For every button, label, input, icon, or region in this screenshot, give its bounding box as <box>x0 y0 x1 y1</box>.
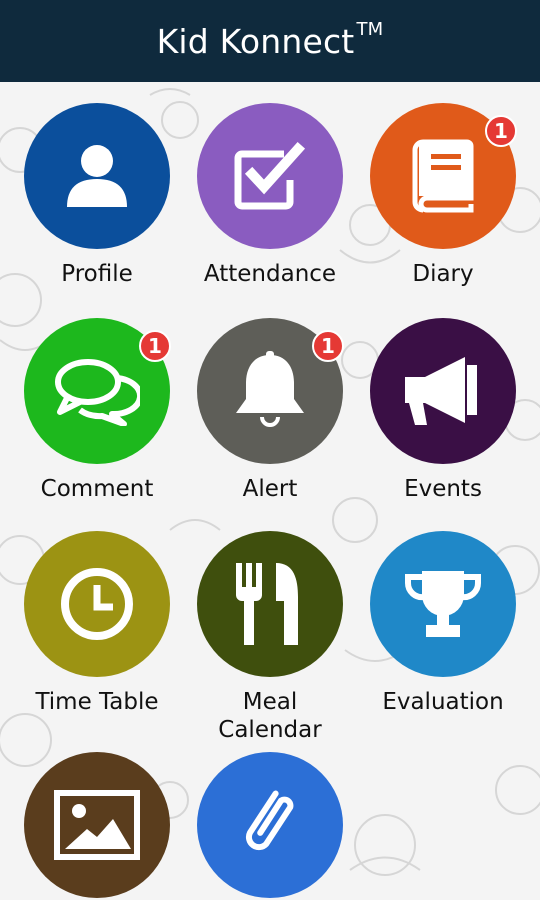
diary-tile[interactable]: 1 Diary <box>353 103 533 303</box>
attendance-label: Attendance <box>203 261 337 287</box>
book-icon <box>412 139 474 213</box>
meal-calendar-tile[interactable]: Meal Calendar <box>180 531 360 751</box>
diary-badge: 1 <box>485 115 517 147</box>
gallery-circle[interactable] <box>24 752 170 898</box>
meal-calendar-circle[interactable] <box>197 531 343 677</box>
diary-label: Diary <box>412 261 474 287</box>
events-circle[interactable] <box>370 318 516 464</box>
alert-tile[interactable]: 1 Alert <box>180 318 360 518</box>
megaphone-icon <box>405 357 477 425</box>
gallery-tile[interactable] <box>7 752 187 900</box>
evaluation-circle[interactable] <box>370 531 516 677</box>
attachments-tile[interactable] <box>180 752 360 900</box>
attendance-circle[interactable] <box>197 103 343 249</box>
alert-label: Alert <box>242 476 298 502</box>
comment-badge: 1 <box>139 330 171 362</box>
chat-bubbles-icon <box>55 359 140 426</box>
person-icon <box>67 145 127 207</box>
evaluation-tile[interactable]: Evaluation <box>353 531 533 751</box>
events-tile[interactable]: Events <box>353 318 533 518</box>
profile-circle[interactable] <box>24 103 170 249</box>
attachments-circle[interactable] <box>197 752 343 898</box>
profile-tile[interactable]: Profile <box>7 103 187 303</box>
comment-label: Comment <box>40 476 154 502</box>
timetable-label: Time Table <box>35 689 159 715</box>
app-title-text: Kid Konnect <box>156 21 355 61</box>
attendance-tile[interactable]: Attendance <box>180 103 360 303</box>
comment-tile[interactable]: 1 Comment <box>7 318 187 518</box>
fork-knife-icon <box>236 563 298 645</box>
app-title: Kid Konnect TM <box>156 18 384 61</box>
timetable-circle[interactable] <box>24 531 170 677</box>
checkbox-icon <box>234 141 306 210</box>
evaluation-label: Evaluation <box>382 689 504 715</box>
trophy-icon <box>404 571 482 637</box>
alert-badge: 1 <box>312 330 344 362</box>
bell-icon <box>236 351 304 427</box>
trademark-mark: TM <box>356 18 384 40</box>
image-icon <box>54 790 140 860</box>
profile-label: Profile <box>61 261 133 287</box>
events-label: Events <box>404 476 482 502</box>
app-header: Kid Konnect TM <box>0 0 540 82</box>
clock-icon <box>61 568 133 640</box>
meal-calendar-label-line2: Calendar <box>218 717 322 743</box>
meal-calendar-label: Meal Calendar <box>180 688 360 744</box>
timetable-tile[interactable]: Time Table <box>7 531 187 751</box>
meal-calendar-label-line1: Meal <box>242 689 298 715</box>
paperclip-icon <box>245 790 294 851</box>
